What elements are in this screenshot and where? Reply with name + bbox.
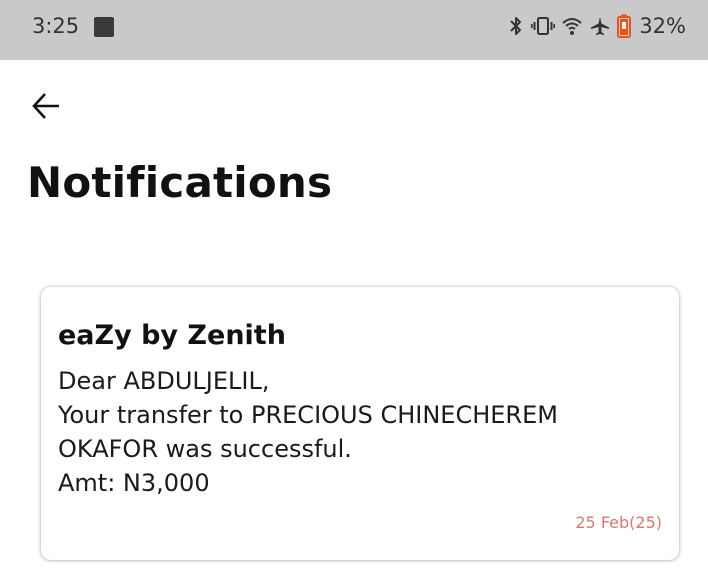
notification-date: 25 Feb(25)	[575, 513, 662, 532]
page-title: Notifications	[27, 158, 333, 207]
notification-square-icon	[94, 17, 114, 37]
notification-card[interactable]: eaZy by Zenith Dear ABDULJELIL, Your tra…	[41, 287, 679, 560]
status-icons: 32%	[507, 14, 686, 38]
airplane-icon	[589, 15, 611, 37]
battery-percent: 32%	[639, 14, 686, 38]
back-button[interactable]	[28, 90, 64, 126]
status-time: 3:25	[32, 14, 80, 38]
status-bar: 3:25 32%	[0, 0, 708, 60]
battery-icon	[617, 14, 632, 38]
vibrate-icon	[531, 15, 556, 37]
notification-message: Dear ABDULJELIL, Your transfer to PRECIO…	[58, 367, 558, 497]
bluetooth-icon	[507, 15, 525, 37]
wifi-icon	[561, 15, 583, 37]
notification-sender: eaZy by Zenith	[58, 320, 286, 351]
arrow-left-icon	[30, 90, 62, 126]
